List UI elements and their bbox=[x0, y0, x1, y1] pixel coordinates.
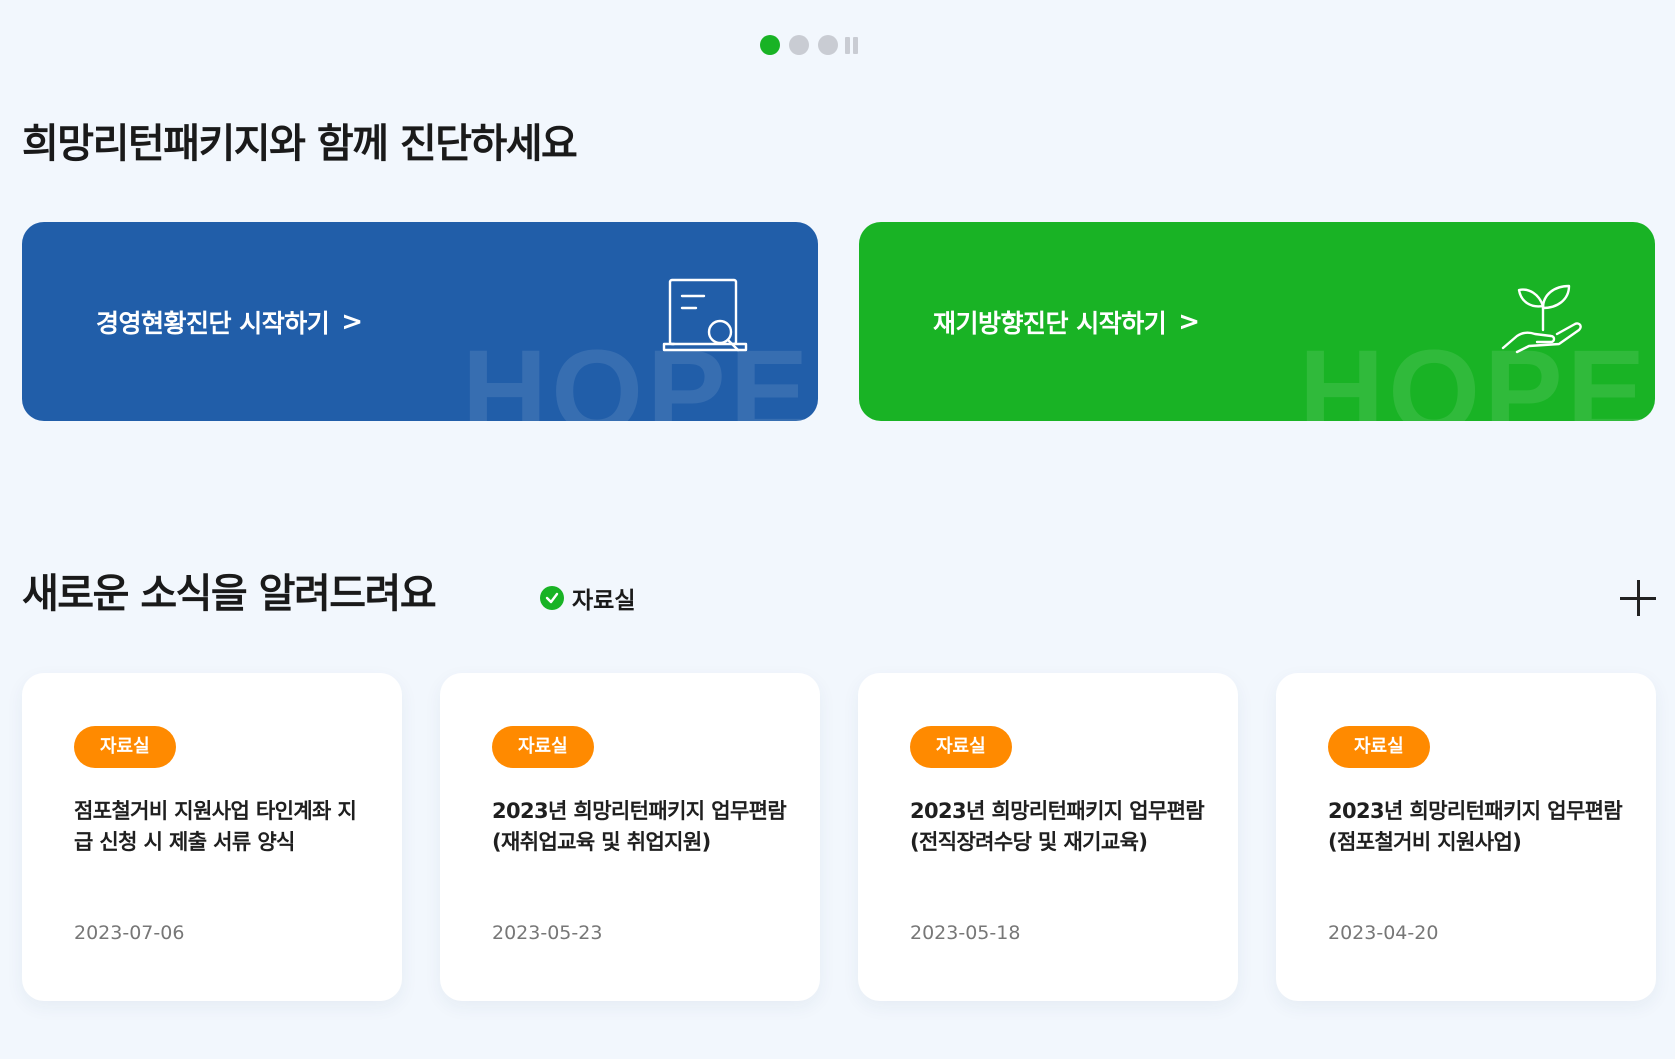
carousel-dot-1[interactable] bbox=[760, 35, 780, 55]
chevron-right-icon: > bbox=[1178, 307, 1200, 337]
management-diagnosis-button[interactable]: HOPE 경영현황진단 시작하기 > bbox=[22, 222, 818, 421]
news-date: 2023-05-18 bbox=[910, 922, 1021, 944]
category-badge: 자료실 bbox=[910, 726, 1012, 768]
category-badge: 자료실 bbox=[492, 726, 594, 768]
carousel-dot-3[interactable] bbox=[818, 35, 838, 55]
category-badge: 자료실 bbox=[74, 726, 176, 768]
hope-watermark: HOPE bbox=[462, 326, 813, 421]
category-badge: 자료실 bbox=[1328, 726, 1430, 768]
pause-icon[interactable] bbox=[845, 36, 858, 54]
news-title: 2023년 희망리턴패키지 업무편람(전직장려수당 및 재기교육) bbox=[910, 799, 1205, 854]
diagnosis-label: 재기방향진단 시작하기 > bbox=[933, 307, 1200, 338]
plus-icon[interactable] bbox=[1618, 578, 1658, 618]
news-title: 2023년 희망리턴패키지 업무편람(점포철거비 지원사업) bbox=[1328, 799, 1623, 854]
hope-watermark: HOPE bbox=[1299, 326, 1650, 421]
document-search-icon bbox=[662, 278, 748, 352]
archive-filter[interactable]: 자료실 bbox=[540, 581, 635, 615]
diagnosis-label: 경영현황진단 시작하기 > bbox=[96, 307, 363, 338]
news-date: 2023-07-06 bbox=[74, 922, 185, 944]
chevron-right-icon: > bbox=[341, 307, 363, 337]
page-title: 희망리턴패키지와 함께 진단하세요 bbox=[22, 121, 578, 167]
news-card[interactable]: 자료실 2023년 희망리턴패키지 업무편람(점포철거비 지원사업) 2023-… bbox=[1276, 673, 1656, 1001]
carousel-pager bbox=[760, 35, 858, 55]
filter-label: 자료실 bbox=[572, 588, 636, 614]
news-section-title: 새로운 소식을 알려드려요 bbox=[22, 571, 437, 617]
news-card[interactable]: 자료실 2023년 희망리턴패키지 업무편람(전직장려수당 및 재기교육) 20… bbox=[858, 673, 1238, 1001]
plant-hand-icon bbox=[1501, 284, 1582, 354]
news-card[interactable]: 자료실 점포철거비 지원사업 타인계좌 지급 신청 시 제출 서류 양식 202… bbox=[22, 673, 402, 1001]
check-circle-icon bbox=[540, 586, 564, 610]
news-date: 2023-05-23 bbox=[492, 922, 603, 944]
news-title: 점포철거비 지원사업 타인계좌 지급 신청 시 제출 서류 양식 bbox=[74, 799, 357, 854]
restart-direction-diagnosis-button[interactable]: HOPE 재기방향진단 시작하기 > bbox=[859, 222, 1655, 421]
carousel-dot-2[interactable] bbox=[789, 35, 809, 55]
news-date: 2023-04-20 bbox=[1328, 922, 1439, 944]
news-card[interactable]: 자료실 2023년 희망리턴패키지 업무편람(재취업교육 및 취업지원) 202… bbox=[440, 673, 820, 1001]
news-title: 2023년 희망리턴패키지 업무편람(재취업교육 및 취업지원) bbox=[492, 799, 787, 854]
